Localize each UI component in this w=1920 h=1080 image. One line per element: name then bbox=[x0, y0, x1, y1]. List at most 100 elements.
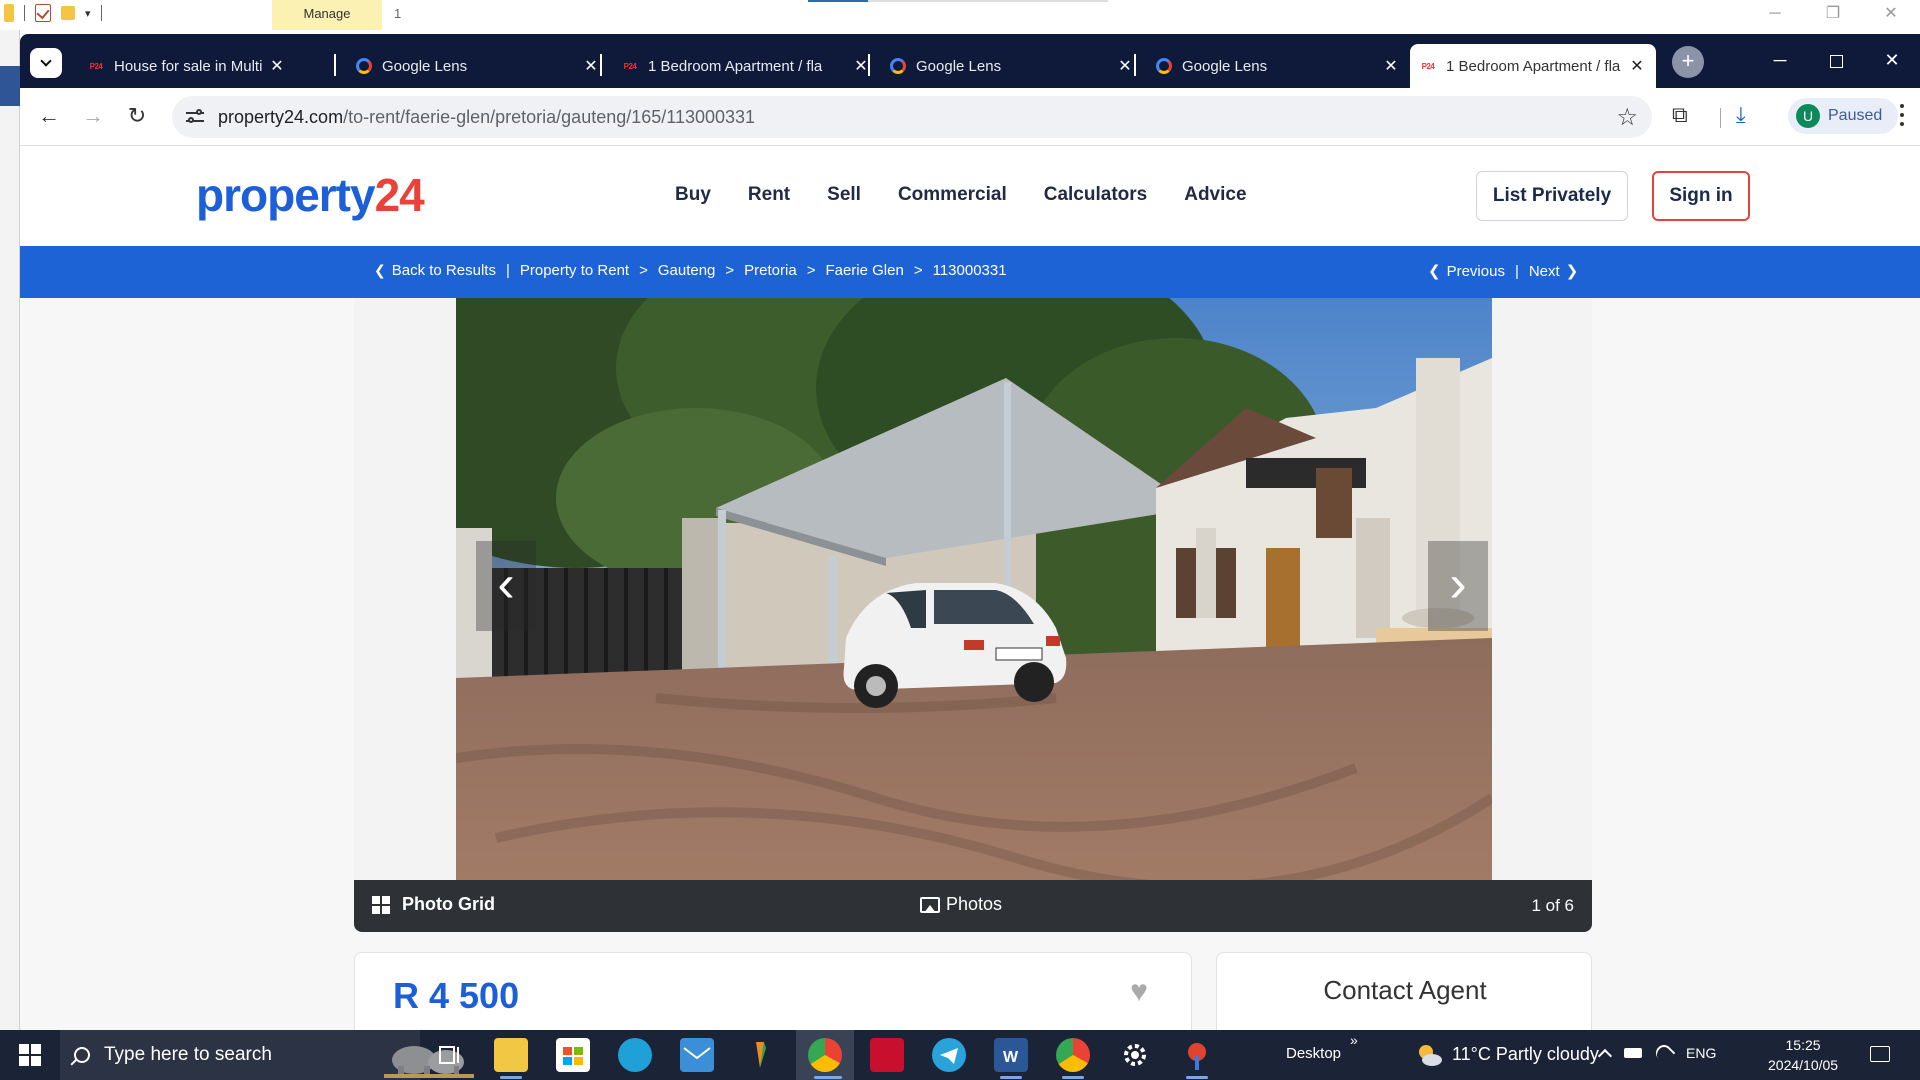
new-folder-icon[interactable] bbox=[61, 6, 75, 20]
telegram-icon[interactable] bbox=[932, 1038, 966, 1072]
contact-agent-heading[interactable]: Contact Agent bbox=[1217, 975, 1593, 1006]
browser-window: P24 House for sale in Multiple S ✕ Googl… bbox=[20, 34, 1920, 146]
breadcrumb-pretoria[interactable]: Pretoria bbox=[744, 262, 797, 279]
edge-browser-icon[interactable] bbox=[618, 1038, 652, 1072]
breadcrumb-separator: | bbox=[505, 262, 510, 279]
breadcrumb-faerie-glen[interactable]: Faerie Glen bbox=[825, 262, 903, 279]
next-photo-button[interactable]: › bbox=[1428, 541, 1488, 631]
url-text[interactable]: property24.com/to-rent/faerie-glen/preto… bbox=[218, 107, 755, 128]
browser-tab[interactable]: Google Lens ✕ bbox=[346, 44, 610, 88]
list-privately-button[interactable]: List Privately bbox=[1476, 171, 1628, 221]
profile-button[interactable]: U Paused bbox=[1788, 98, 1898, 134]
microsoft-store-icon[interactable] bbox=[556, 1038, 590, 1072]
photo-counter: 1 of 6 bbox=[1531, 896, 1574, 915]
desktop-toolbar-label[interactable]: Desktop bbox=[1286, 1045, 1341, 1062]
nav-sell[interactable]: Sell bbox=[827, 184, 861, 206]
taskbar-search[interactable]: Type here to search bbox=[60, 1030, 474, 1080]
breadcrumb-property-to-rent[interactable]: Property to Rent bbox=[520, 262, 629, 279]
close-icon[interactable]: ✕ bbox=[1862, 0, 1920, 30]
chevron-right-icon: › bbox=[1449, 555, 1467, 613]
close-tab-icon[interactable]: ✕ bbox=[582, 56, 600, 76]
close-tab-icon[interactable]: ✕ bbox=[1628, 56, 1646, 76]
task-view-icon[interactable] bbox=[434, 1038, 464, 1072]
minimize-icon[interactable]: ─ bbox=[1746, 0, 1804, 30]
next-listing-link[interactable]: Next bbox=[1529, 263, 1560, 280]
snipping-tool-icon[interactable] bbox=[1180, 1038, 1214, 1072]
extensions-icon[interactable]: ⧉ bbox=[1672, 102, 1688, 128]
tab-search-button[interactable] bbox=[30, 48, 62, 78]
browser-tab[interactable]: P24 House for sale in Multiple S ✕ bbox=[78, 44, 296, 88]
chrome-profile-icon[interactable] bbox=[1056, 1038, 1090, 1072]
chrome-icon[interactable] bbox=[808, 1038, 842, 1072]
close-icon[interactable]: ✕ bbox=[1864, 40, 1920, 80]
download-icon[interactable]: ⤓ bbox=[1736, 102, 1746, 128]
windows-start-icon[interactable] bbox=[0, 1030, 60, 1080]
settings-gear-icon[interactable] bbox=[1118, 1038, 1152, 1072]
nav-calculators[interactable]: Calculators bbox=[1044, 184, 1147, 206]
property24-icon: P24 bbox=[1421, 61, 1435, 71]
close-tab-icon[interactable]: ✕ bbox=[1382, 56, 1400, 76]
browser-tab[interactable]: Google Lens ✕ bbox=[1146, 44, 1410, 88]
photo-gallery: ‹ › Photo Grid Photos 1 of 6 bbox=[354, 298, 1592, 932]
windows-taskbar: Type here to search W Desktop » 11°C Par… bbox=[0, 1030, 1920, 1080]
previous-listing-link[interactable]: Previous bbox=[1447, 263, 1505, 280]
double-chevron-icon[interactable]: » bbox=[1350, 1032, 1358, 1048]
weather-widget[interactable]: 11°C Partly cloudy bbox=[1452, 1044, 1599, 1065]
favourite-heart-icon[interactable]: ♥ bbox=[1123, 977, 1155, 1009]
partly-cloudy-icon[interactable] bbox=[1414, 1040, 1444, 1070]
nav-rent[interactable]: Rent bbox=[748, 184, 790, 206]
property24-icon: P24 bbox=[89, 61, 103, 71]
sign-in-button[interactable]: Sign in bbox=[1652, 171, 1750, 221]
profile-status: Paused bbox=[1828, 107, 1883, 124]
previous-photo-button[interactable]: ‹ bbox=[476, 541, 536, 631]
divider bbox=[100, 5, 102, 21]
show-hidden-icons-icon[interactable] bbox=[1597, 1048, 1613, 1064]
acrobat-reader-icon[interactable] bbox=[870, 1038, 904, 1072]
input-language[interactable]: ENG bbox=[1686, 1045, 1716, 1061]
mail-icon[interactable] bbox=[680, 1038, 714, 1072]
forward-arrow-icon[interactable]: → bbox=[78, 102, 108, 132]
pinned-app-icon[interactable] bbox=[742, 1038, 776, 1072]
taskbar-clock[interactable]: 15:25 2024/10/05 bbox=[1768, 1035, 1838, 1075]
tab-title: House for sale in Multiple S bbox=[114, 57, 262, 75]
browser-tab-active[interactable]: P24 1 Bedroom Apartment / fla ✕ bbox=[1410, 44, 1656, 88]
wifi-icon[interactable] bbox=[1652, 1041, 1676, 1065]
address-bar[interactable]: property24.com/to-rent/faerie-glen/preto… bbox=[172, 96, 1652, 138]
customize-dropdown-icon[interactable]: ▾ bbox=[85, 7, 91, 20]
photos-button[interactable]: Photos bbox=[920, 894, 1002, 915]
breadcrumb-gauteng[interactable]: Gauteng bbox=[658, 262, 716, 279]
maximize-icon[interactable] bbox=[1808, 40, 1864, 80]
browser-tab[interactable]: Google Lens ✕ bbox=[880, 44, 1144, 88]
browser-window-controls: ─ ✕ bbox=[1752, 40, 1920, 80]
main-navigation: Buy Rent Sell Commercial Calculators Adv… bbox=[675, 184, 1247, 206]
file-explorer-icon[interactable] bbox=[494, 1038, 528, 1072]
restore-icon[interactable]: ❐ bbox=[1804, 0, 1862, 30]
site-settings-icon[interactable] bbox=[186, 108, 204, 126]
reload-icon[interactable]: ↻ bbox=[122, 102, 152, 132]
tab-divider bbox=[600, 54, 602, 76]
minimize-icon[interactable]: ─ bbox=[1752, 40, 1808, 80]
close-tab-icon[interactable]: ✕ bbox=[268, 56, 286, 76]
browser-tab[interactable]: P24 1 Bedroom Apartment / fla ✕ bbox=[612, 44, 880, 88]
bookmark-star-icon[interactable]: ☆ bbox=[1616, 103, 1638, 132]
photo-grid-button[interactable]: Photo Grid bbox=[372, 894, 495, 915]
nav-buy[interactable]: Buy bbox=[675, 184, 711, 206]
new-tab-button[interactable]: + bbox=[1672, 46, 1704, 78]
running-indicator bbox=[500, 1076, 522, 1079]
word-icon[interactable]: W bbox=[994, 1038, 1028, 1072]
nav-advice[interactable]: Advice bbox=[1184, 184, 1246, 206]
battery-icon[interactable] bbox=[1624, 1048, 1642, 1058]
toolbar-divider bbox=[1720, 108, 1721, 128]
listing-photo[interactable] bbox=[456, 298, 1492, 880]
property24-icon: P24 bbox=[623, 61, 637, 71]
more-menu-icon[interactable] bbox=[1900, 100, 1906, 130]
notifications-icon[interactable] bbox=[1870, 1046, 1890, 1062]
close-tab-icon[interactable]: ✕ bbox=[1116, 56, 1134, 76]
ribbon-manage-tab[interactable]: Manage bbox=[272, 0, 382, 30]
property24-logo[interactable]: property24 bbox=[196, 168, 425, 222]
back-arrow-icon[interactable]: ← bbox=[34, 102, 64, 132]
back-to-results-link[interactable]: Back to Results bbox=[392, 262, 496, 279]
folder-icon[interactable] bbox=[4, 4, 14, 22]
nav-commercial[interactable]: Commercial bbox=[898, 184, 1007, 206]
properties-check-icon[interactable] bbox=[35, 4, 51, 22]
